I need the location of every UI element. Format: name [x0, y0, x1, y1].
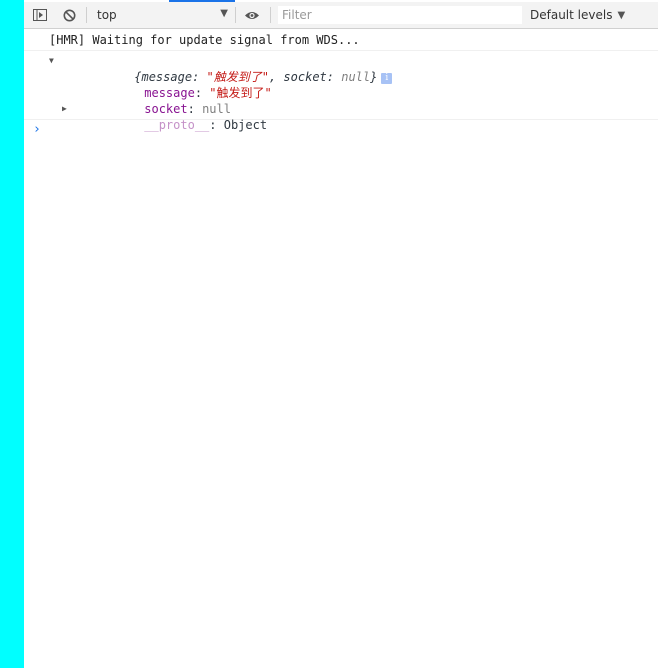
triangle-down-icon: ▼: [220, 8, 228, 19]
sidebar-toggle-icon[interactable]: [30, 5, 50, 25]
log-levels-dropdown[interactable]: Default levels ▼: [530, 5, 625, 25]
object-property-message: message: "触发到了": [144, 86, 272, 100]
console-messages: [HMR] Waiting for update signal from WDS…: [24, 29, 658, 140]
toolbar-separator: [235, 7, 236, 23]
toolbar-separator: [270, 7, 271, 23]
expand-triangle-right-icon[interactable]: ▶: [62, 101, 67, 117]
log-levels-label: Default levels: [530, 8, 613, 22]
expand-triangle-down-icon[interactable]: ▼: [49, 53, 54, 69]
console-message-hmr: [HMR] Waiting for update signal from WDS…: [24, 29, 658, 51]
left-cyan-strip: [0, 0, 24, 668]
toolbar-separator: [86, 7, 87, 23]
object-property-socket: socket: null: [144, 102, 231, 116]
eye-icon[interactable]: [242, 5, 262, 25]
object-property-proto[interactable]: ▶ __proto__: Object: [24, 101, 658, 132]
devtools-console-panel: top ▼ Default levels ▼ [HMR] Waiting for…: [24, 0, 658, 668]
page: top ▼ Default levels ▼ [HMR] Waiting for…: [0, 0, 658, 668]
context-selector-label: top: [97, 8, 117, 22]
console-message-object: ▼ {message: "触发到了", socket: null} i messag…: [24, 51, 658, 132]
console-toolbar: top ▼ Default levels ▼: [24, 2, 658, 29]
prompt-chevron-icon: ›: [33, 122, 41, 137]
context-selector[interactable]: top ▼: [92, 5, 230, 25]
filter-input[interactable]: [278, 6, 522, 24]
clear-console-icon[interactable]: [59, 5, 79, 25]
object-summary[interactable]: ▼ {message: "触发到了", socket: null} i: [24, 53, 658, 84]
triangle-down-icon: ▼: [617, 9, 626, 21]
